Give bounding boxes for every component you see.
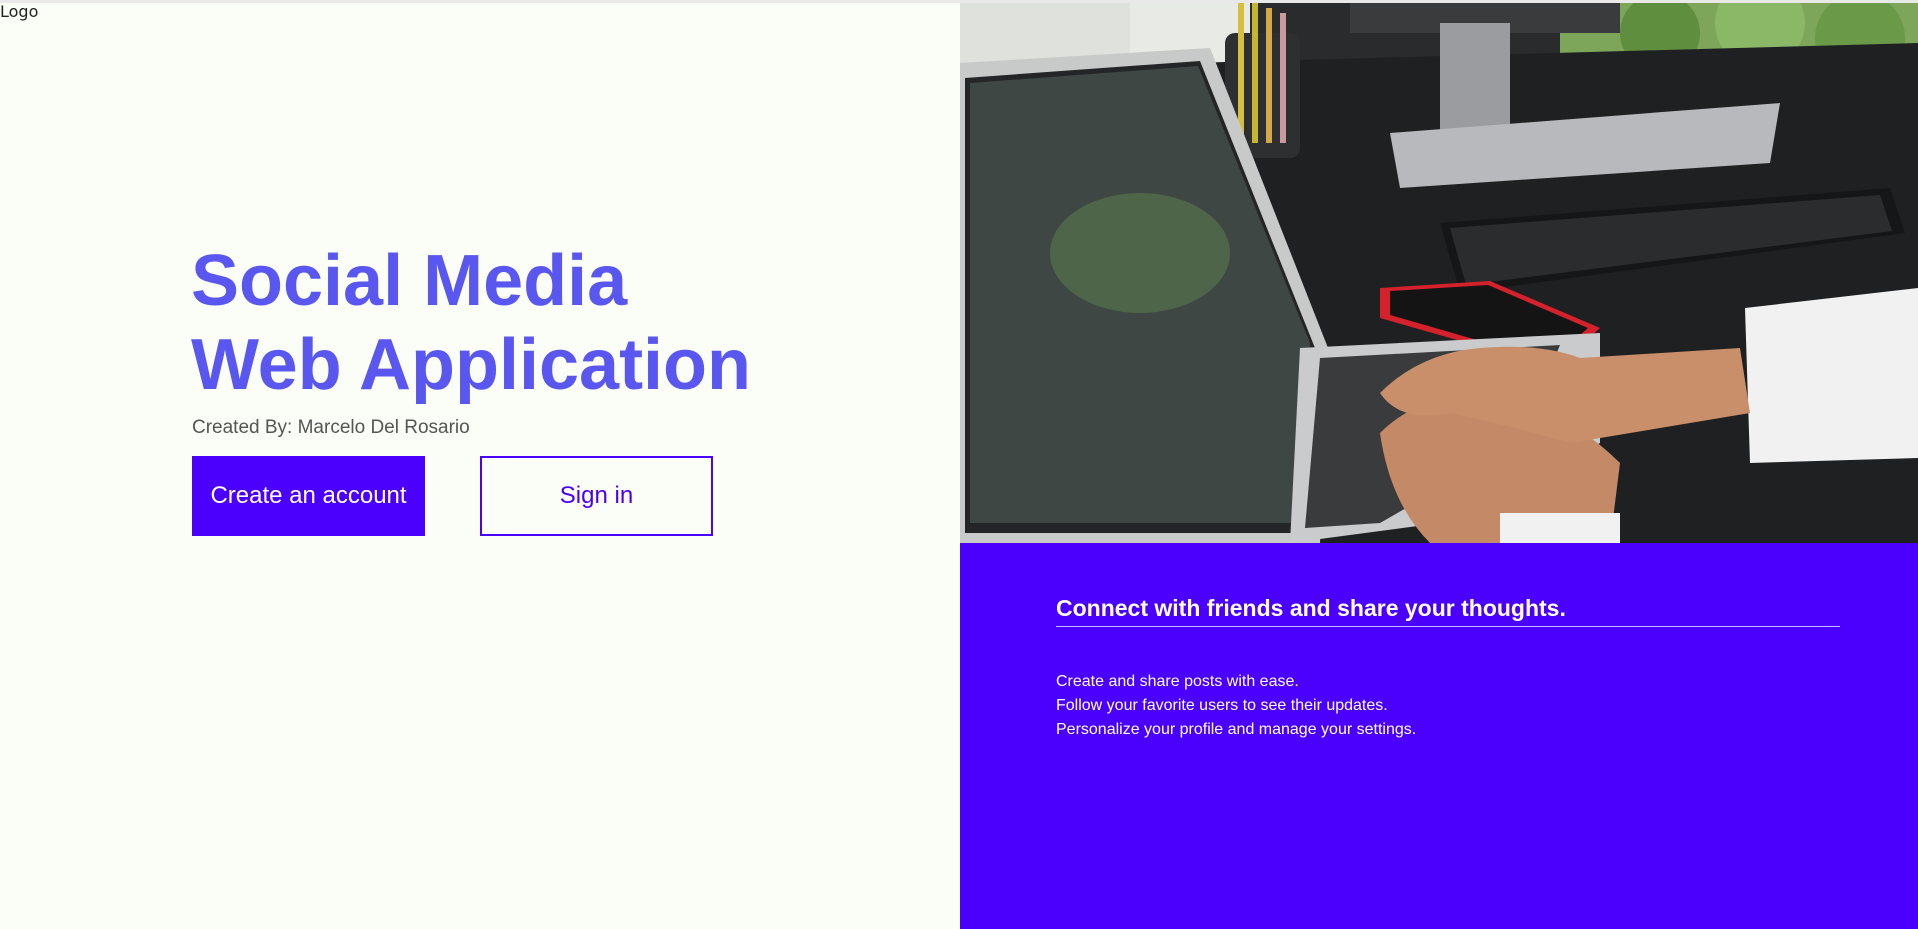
title-line-1: Social Media [191, 241, 628, 321]
create-account-button[interactable]: Create an account [192, 456, 425, 536]
hero-photo [960, 3, 1918, 543]
hero-section: Social Media Web Application Created By:… [0, 3, 960, 929]
panel-heading: Connect with friends and share your thou… [1056, 595, 1566, 621]
title-line-2: Web Application [191, 325, 752, 405]
page-title: Social Media Web Application [191, 239, 871, 407]
sign-in-button[interactable]: Sign in [480, 456, 713, 536]
showcase-section: Connect with friends and share your thou… [960, 3, 1918, 929]
feature-list: Create and share posts with ease. Follow… [1056, 670, 1416, 742]
laptop-desk-image [960, 3, 1918, 543]
feature-panel: Connect with friends and share your thou… [960, 543, 1918, 929]
creator-credit: Created By: Marcelo Del Rosario [192, 417, 470, 438]
list-item: Create and share posts with ease. [1056, 673, 1299, 690]
panel-divider [1056, 626, 1840, 627]
list-item: Personalize your profile and manage your… [1056, 721, 1417, 738]
logo: Logo [0, 2, 39, 21]
list-item: Follow your favorite users to see their … [1056, 697, 1388, 714]
